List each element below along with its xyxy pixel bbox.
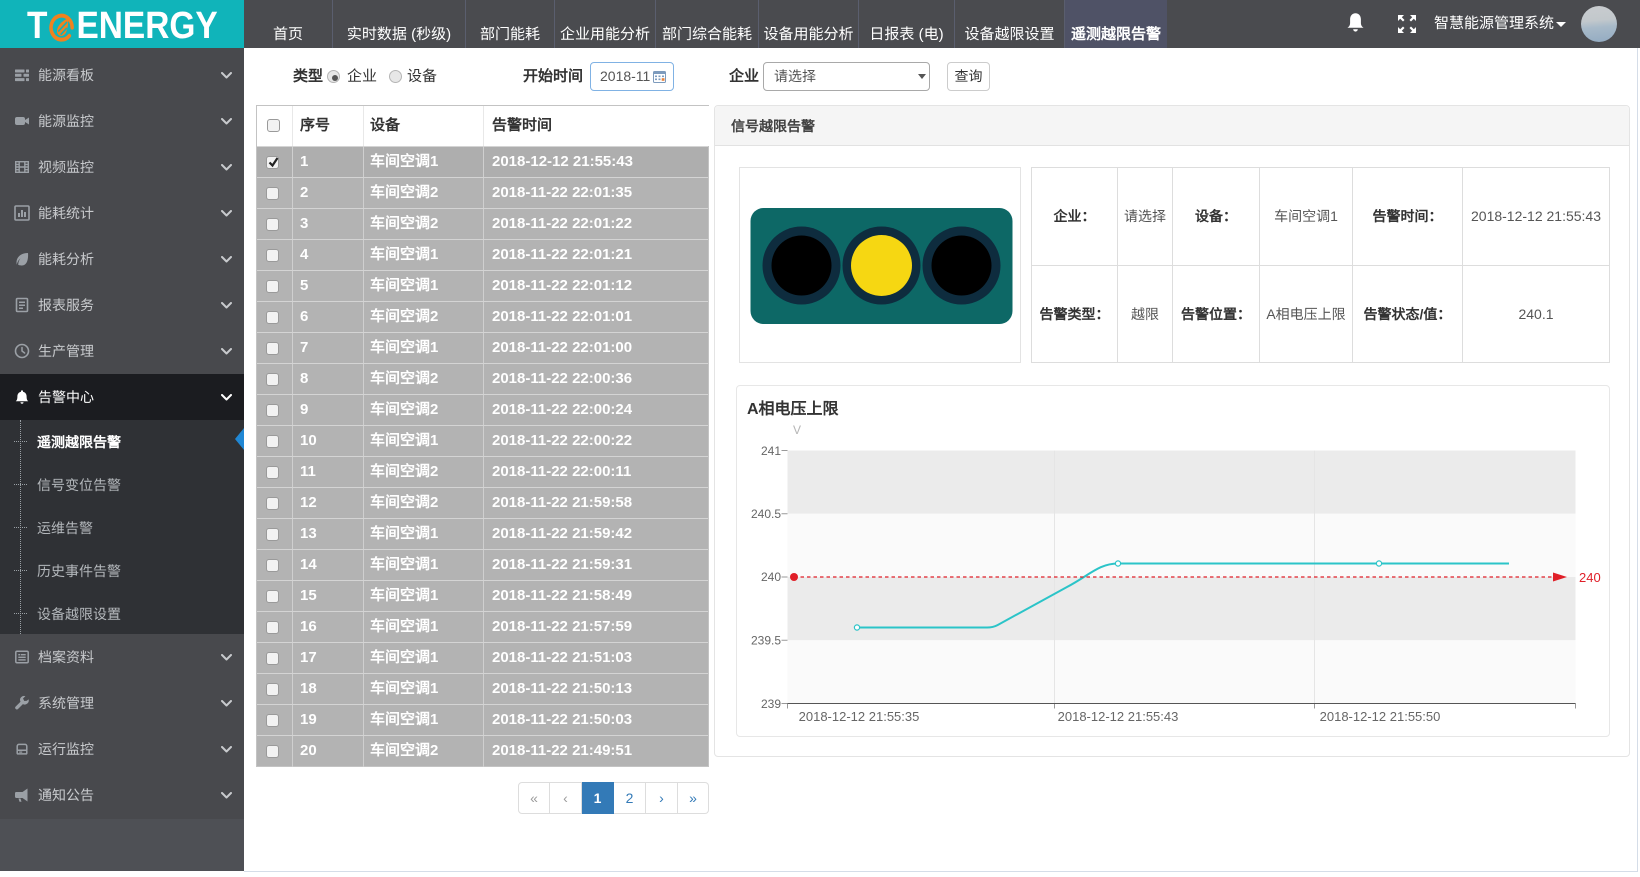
svg-text:240: 240 [1579, 570, 1601, 585]
svg-text:240: 240 [761, 570, 781, 584]
svg-text:2018-12-12 21:55:50: 2018-12-12 21:55:50 [1320, 709, 1441, 724]
svg-text:2018-12-12 21:55:43: 2018-12-12 21:55:43 [1058, 709, 1179, 724]
svg-text:239.5: 239.5 [751, 634, 781, 648]
svg-text:V: V [793, 423, 801, 437]
svg-text:239: 239 [761, 697, 781, 711]
svg-text:240.5: 240.5 [751, 507, 781, 521]
svg-text:241: 241 [761, 444, 781, 458]
svg-text:2018-12-12 21:55:35: 2018-12-12 21:55:35 [799, 709, 920, 724]
